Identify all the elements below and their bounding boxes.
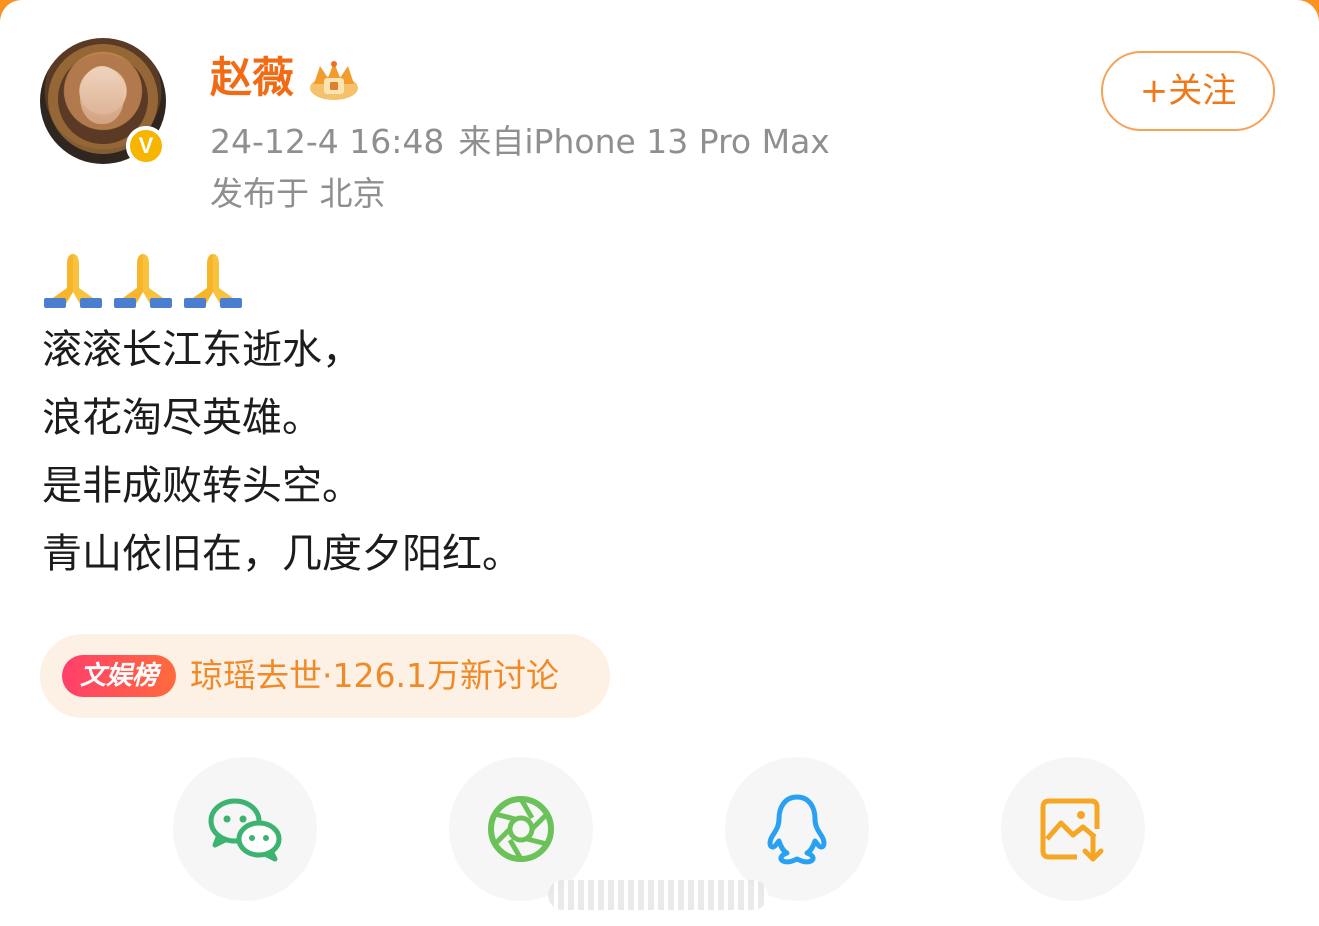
wechat-icon [208,798,282,862]
share-wechat-button[interactable] [173,757,317,901]
avatar-face-decoration [80,66,124,124]
folded-hands-icon [44,254,102,308]
topic-text: 琼瑶去世·126.1万新讨论 [190,656,559,695]
post-card: V 赵薇 +关注 24-12-4 16:48 来自iPhone 13 Pro Ma… [0,0,1319,926]
post-source: 来自iPhone 13 Pro Max [458,122,830,161]
save-image-icon [1040,798,1104,862]
post-meta: 24-12-4 16:48 来自iPhone 13 Pro Max [210,118,830,166]
watermark-overlay [548,880,768,910]
post-text-line: 是非成败转头空。 [42,463,362,509]
author-name[interactable]: 赵薇 [210,50,294,106]
post-location: 发布于 北京 [210,174,386,213]
post-content: 滚滚长江东逝水， 浪花淘尽英雄。 是非成败转头空。 青山依旧在，几度夕阳红。 [42,248,522,588]
folded-hands-icon [114,254,172,308]
post-text-line: 青山依旧在，几度夕阳红。 [42,531,522,577]
crown-badge-icon [310,61,358,100]
post-timestamp: 24-12-4 16:48 [210,122,445,161]
emoji-row [42,248,522,316]
folded-hands-icon [184,254,242,308]
topic-rank-tag: 文娱榜 [62,655,176,697]
save-image-button[interactable] [1001,757,1145,901]
trending-topic-pill[interactable]: 文娱榜 琼瑶去世·126.1万新讨论 [40,634,610,718]
qq-icon [767,794,827,865]
verified-badge-icon: V [126,126,166,166]
post-text-line: 浪花淘尽英雄。 [42,395,322,441]
follow-button[interactable]: +关注 [1101,51,1275,131]
post-text-line: 滚滚长江东逝水， [42,327,362,373]
moments-icon [488,796,554,862]
